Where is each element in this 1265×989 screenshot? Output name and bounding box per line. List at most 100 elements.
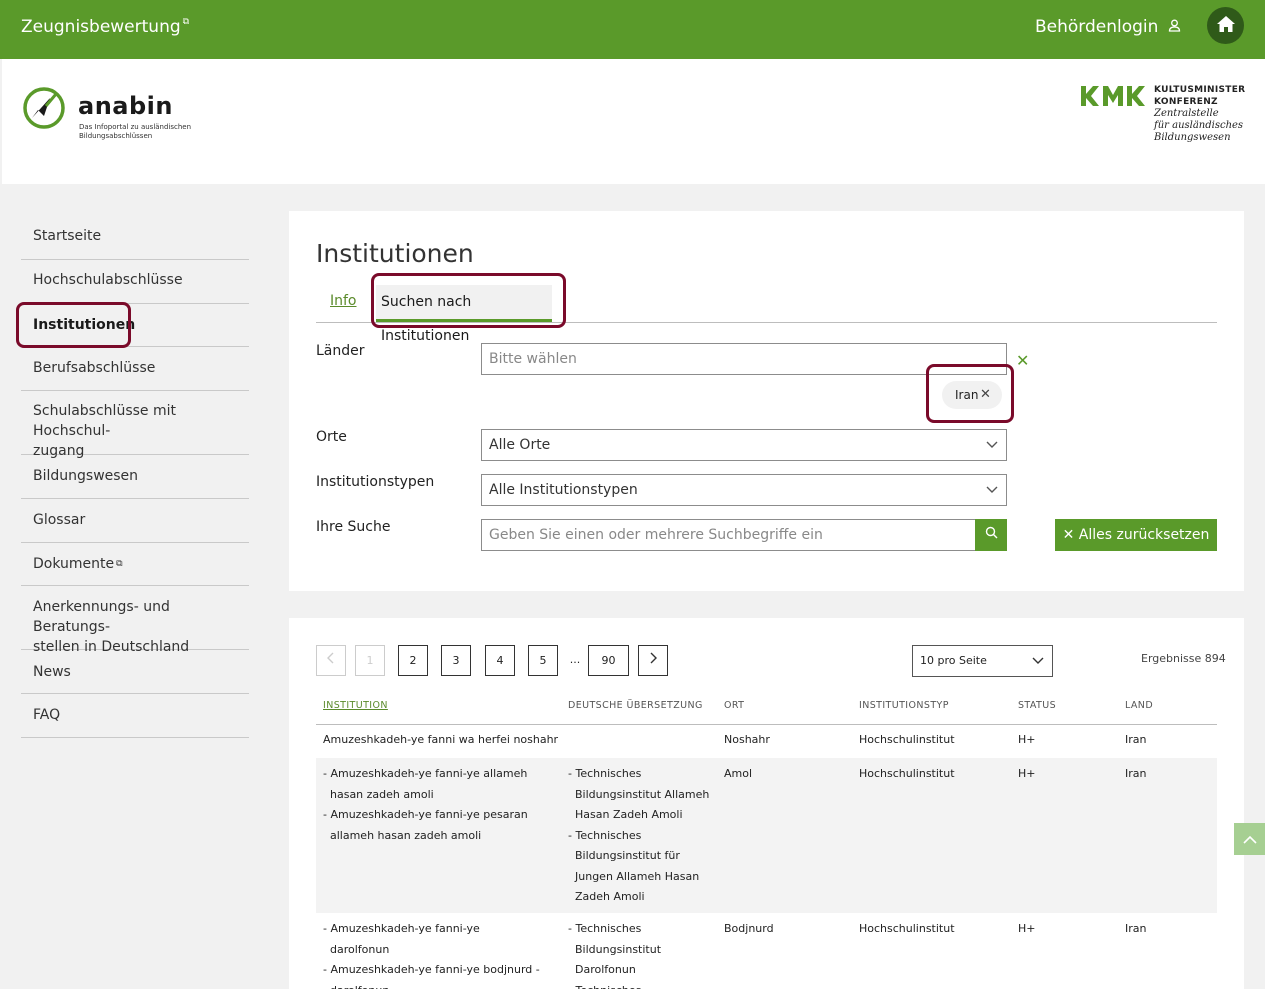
cell-institution[interactable]: Amuzeshkadeh-ye fanni wa herfei noshahr bbox=[323, 730, 563, 751]
kmk-logo-text: KULTUSMINISTER KONFERENZ Zentralstelle f… bbox=[1154, 84, 1245, 144]
orte-label: Orte bbox=[316, 429, 347, 445]
external-link-icon: ⧉ bbox=[182, 17, 190, 27]
behoerdenlogin-link[interactable]: Behördenlogin bbox=[1035, 17, 1181, 37]
laender-label: Länder bbox=[316, 343, 365, 359]
page-button[interactable]: 5 bbox=[528, 645, 558, 676]
anabin-logo-icon[interactable] bbox=[22, 86, 66, 134]
sidebar-item-dokumente[interactable]: Dokumente ⧉ bbox=[21, 554, 249, 586]
column-header-ort: ORT bbox=[724, 700, 745, 711]
cell-status: H+ bbox=[1018, 733, 1036, 746]
kmk-line: für ausländisches bbox=[1154, 120, 1244, 131]
chevron-up-icon bbox=[1242, 835, 1257, 844]
site-header: anabin Das Infoportal zu ausländischen B… bbox=[2, 59, 1265, 184]
translation-name: - Technisches Bildungsinstitut für Junge… bbox=[568, 828, 700, 904]
cell-typ: Hochschulinstitut bbox=[859, 922, 955, 935]
user-icon bbox=[1168, 19, 1181, 36]
page-title: Institutionen bbox=[316, 239, 474, 268]
chevron-down-icon bbox=[986, 475, 998, 516]
clear-laender-icon[interactable]: ✕ bbox=[1016, 351, 1029, 370]
translation-name: - Technisches bbox=[568, 981, 698, 989]
home-button[interactable] bbox=[1207, 7, 1244, 44]
close-icon: ✕ bbox=[1062, 527, 1075, 543]
zeugnisbewertung-link[interactable]: Zeugnisbewertung ⧉ bbox=[21, 17, 189, 37]
highlight-annotation bbox=[926, 364, 1014, 423]
kmk-line: KULTUSMINISTER bbox=[1154, 85, 1246, 95]
cell-ort: Noshahr bbox=[724, 733, 770, 746]
institutionstypen-label: Institutionstypen bbox=[316, 474, 435, 490]
chevron-down-icon bbox=[1032, 646, 1044, 687]
page-button[interactable]: 3 bbox=[441, 645, 471, 676]
external-link-icon: ⧉ bbox=[116, 559, 123, 569]
search-panel: Institutionen Info Suchen nach Instituti… bbox=[289, 211, 1244, 591]
column-header-institution[interactable]: INSTITUTION bbox=[323, 700, 388, 711]
tab-info[interactable]: Info bbox=[330, 293, 357, 309]
cell-typ: Hochschulinstitut bbox=[859, 733, 955, 746]
behoerdenlogin-label: Behördenlogin bbox=[1035, 17, 1159, 37]
prev-page-button[interactable] bbox=[316, 645, 346, 676]
sidebar-item-startseite[interactable]: Startseite bbox=[21, 226, 249, 260]
kmk-line: Zentralstelle bbox=[1154, 108, 1219, 119]
sidebar-item-berufsabschluesse[interactable]: Berufsabschlüsse bbox=[21, 358, 249, 391]
institutionstypen-select[interactable]: Alle Institutionstypen bbox=[481, 474, 1007, 506]
page-button-last[interactable]: 90 bbox=[588, 645, 629, 676]
result-count: Ergebnisse 894 bbox=[1141, 652, 1226, 665]
cell-status: H+ bbox=[1018, 767, 1036, 780]
table-row[interactable]: - Amuzeshkadeh-ye fanni-ye allameh hasan… bbox=[316, 758, 1217, 913]
cell-translation: - Technisches Bildungsinstitut Darolfonu… bbox=[568, 919, 698, 989]
page-button[interactable]: 4 bbox=[485, 645, 515, 676]
per-page-select[interactable]: 10 pro Seite bbox=[912, 645, 1053, 677]
search-input[interactable]: Geben Sie einen oder mehrere Suchbegriff… bbox=[481, 519, 1007, 551]
kmk-logo-icon[interactable] bbox=[1081, 86, 1147, 110]
column-header-translation: DEUTSCHE ÜBERSETZUNG bbox=[568, 700, 703, 711]
reset-all-button[interactable]: ✕ Alles zurücksetzen bbox=[1055, 519, 1217, 551]
page-button[interactable]: 1 bbox=[355, 645, 385, 676]
cell-ort: Amol bbox=[724, 767, 753, 780]
sidebar-item-bildungswesen[interactable]: Bildungswesen bbox=[21, 466, 249, 499]
sidebar-item-faq[interactable]: FAQ bbox=[21, 705, 249, 738]
orte-select[interactable]: Alle Orte bbox=[481, 429, 1007, 461]
cell-institution[interactable]: - Amuzeshkadeh-ye fanni-ye allameh hasan… bbox=[323, 764, 555, 846]
cell-land: Iran bbox=[1125, 733, 1147, 746]
anabin-logo-name: anabin bbox=[78, 92, 173, 120]
cell-institution[interactable]: - Amuzeshkadeh-ye fanni-ye darolfonun - … bbox=[323, 919, 541, 989]
top-bar: Zeugnisbewertung ⧉ Behördenlogin bbox=[0, 0, 1265, 59]
sidebar-item-label: Hochschulabschlüsse bbox=[33, 272, 183, 288]
sidebar-item-anerkennungsstellen[interactable]: Anerkennungs- und Beratungs- stellen in … bbox=[21, 597, 249, 655]
cell-land: Iran bbox=[1125, 922, 1147, 935]
sidebar-item-label: News bbox=[33, 664, 71, 680]
institutionstypen-value: Alle Institutionstypen bbox=[489, 482, 638, 498]
search-button[interactable] bbox=[975, 519, 1007, 551]
cell-typ: Hochschulinstitut bbox=[859, 767, 955, 780]
pagination-ellipsis: ... bbox=[568, 645, 582, 676]
table-header-divider bbox=[316, 724, 1217, 725]
sidebar-item-glossar[interactable]: Glossar bbox=[21, 510, 249, 543]
sidebar-item-news[interactable]: News bbox=[21, 662, 249, 694]
cell-ort: Bodjnurd bbox=[724, 922, 774, 935]
reset-all-label: Alles zurücksetzen bbox=[1078, 527, 1210, 543]
institution-name: - Amuzeshkadeh-ye fanni-ye darolfonun bbox=[323, 922, 480, 956]
sidebar-item-label: Glossar bbox=[33, 512, 86, 528]
home-icon bbox=[1216, 15, 1236, 37]
institution-name: - Amuzeshkadeh-ye fanni-ye allameh hasan… bbox=[323, 767, 528, 801]
search-icon bbox=[985, 520, 998, 550]
highlight-annotation bbox=[371, 273, 566, 328]
cell-status: H+ bbox=[1018, 922, 1036, 935]
sidebar-item-hochschulabschluesse[interactable]: Hochschulabschlüsse bbox=[21, 270, 249, 304]
per-page-value: 10 pro Seite bbox=[920, 654, 987, 667]
anabin-logo-tagline: Das Infoportal zu ausländischen Bildungs… bbox=[79, 123, 192, 140]
sidebar-item-label: stellen in Deutschland bbox=[33, 639, 190, 655]
sidebar-item-label: Schulabschlüsse mit Hochschul- bbox=[33, 403, 176, 439]
orte-value: Alle Orte bbox=[489, 437, 551, 453]
sidebar-item-label: Bildungswesen bbox=[33, 468, 139, 484]
sidebar-item-schulabschluesse[interactable]: Schulabschlüsse mit Hochschul- zugang bbox=[21, 401, 249, 459]
next-page-button[interactable] bbox=[638, 645, 668, 676]
sidebar-item-label: Startseite bbox=[33, 228, 102, 244]
ihre-suche-label: Ihre Suche bbox=[316, 519, 391, 535]
page-button[interactable]: 2 bbox=[398, 645, 428, 676]
column-header-typ: INSTITUTIONSTYP bbox=[859, 700, 949, 711]
institution-name: - Amuzeshkadeh-ye fanni-ye bodjnurd - da… bbox=[323, 963, 540, 989]
back-to-top-button[interactable] bbox=[1234, 823, 1265, 855]
table-row[interactable]: - Amuzeshkadeh-ye fanni-ye darolfonun - … bbox=[316, 913, 1217, 989]
table-row[interactable]: Amuzeshkadeh-ye fanni wa herfei noshahr … bbox=[316, 730, 1217, 758]
kmk-line: KONFERENZ bbox=[1154, 97, 1218, 107]
